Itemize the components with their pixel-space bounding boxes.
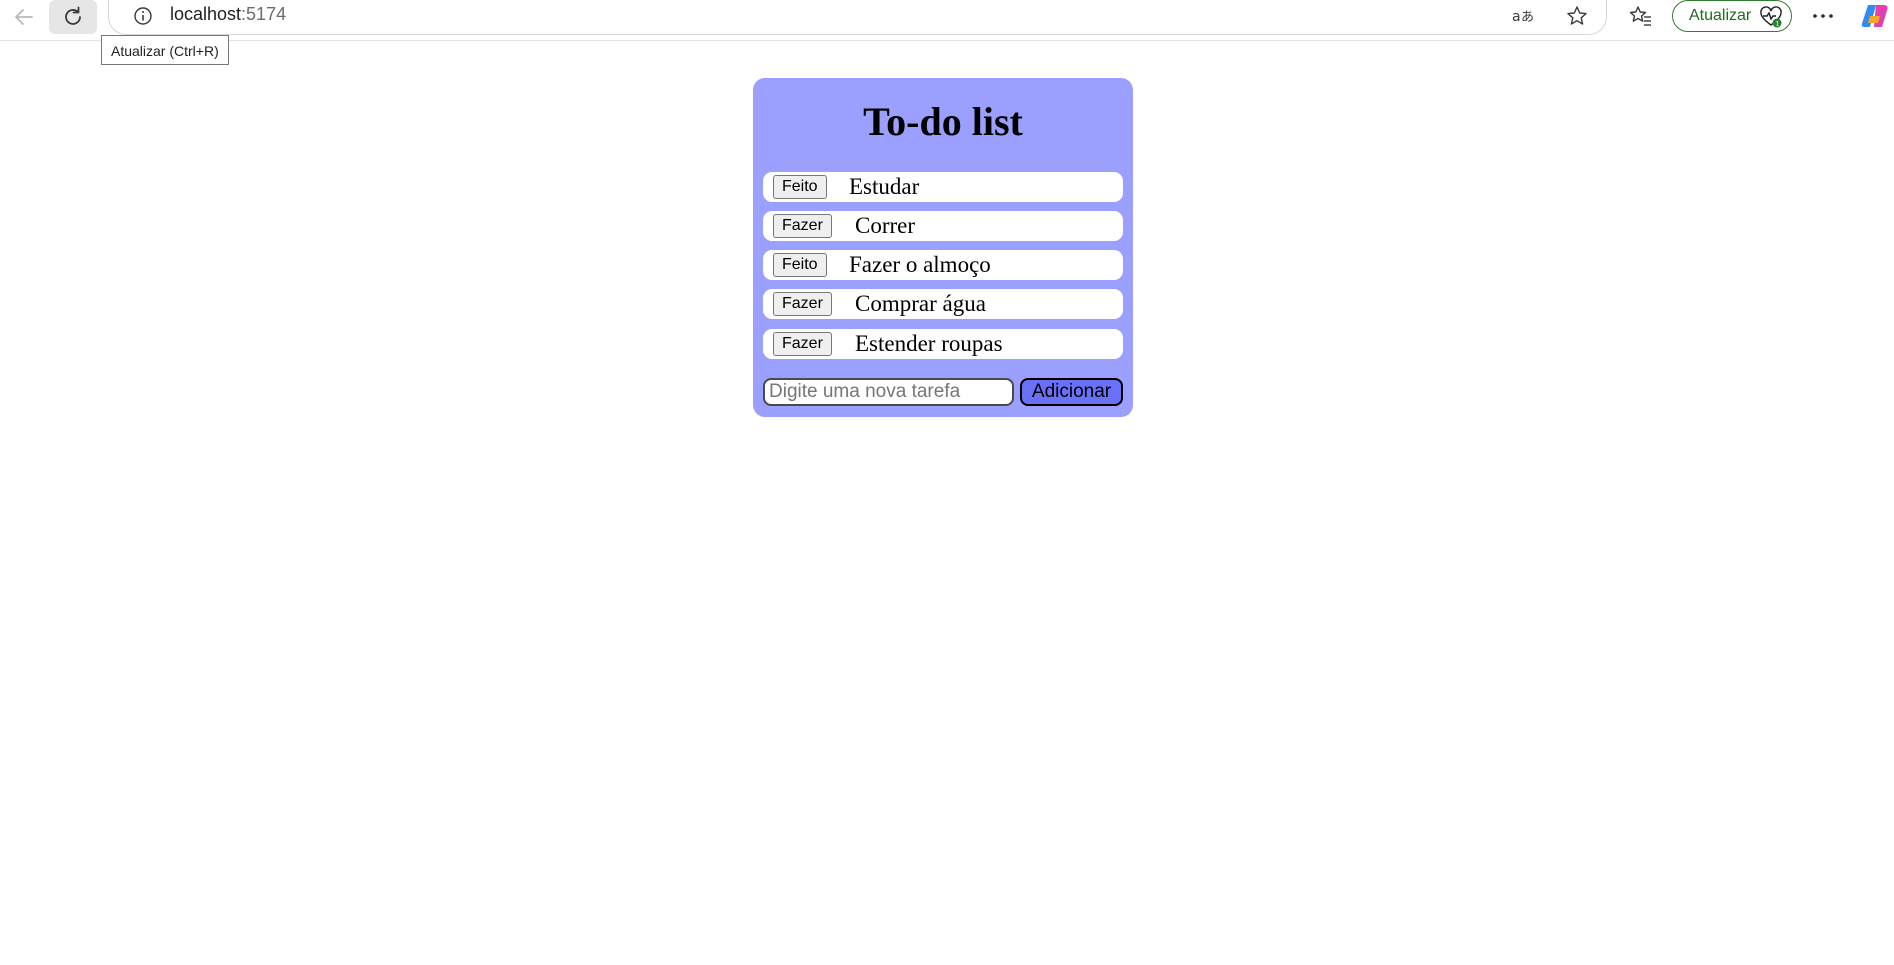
task-toggle-button[interactable]: Fazer: [773, 332, 832, 356]
task-text: Estender roupas: [855, 331, 1003, 356]
task-toggle-button[interactable]: Fazer: [773, 214, 832, 238]
svg-text:1: 1: [1775, 20, 1779, 28]
task-text: Estudar: [849, 174, 920, 199]
url-host: localhost: [170, 4, 242, 24]
more-icon: [1813, 14, 1833, 18]
list-item: Feito Fazer o almoço: [763, 250, 1123, 280]
translate-button[interactable]: a あ: [1509, 2, 1539, 30]
task-text: Correr: [855, 213, 916, 238]
arrow-left-icon: [15, 9, 33, 25]
site-info-button[interactable]: [129, 2, 157, 30]
task-toggle-button[interactable]: Feito: [773, 253, 827, 277]
task-text: Comprar água: [855, 291, 986, 316]
new-task-input[interactable]: [763, 378, 1014, 406]
star-icon: [1567, 6, 1587, 25]
heartbeat-icon: 1: [1760, 6, 1782, 28]
list-item: Fazer Estender roupas: [763, 329, 1123, 359]
favorites-button[interactable]: [1626, 2, 1656, 30]
task-toggle-button[interactable]: Fazer: [773, 292, 832, 316]
list-item: Fazer Comprar água: [763, 289, 1123, 319]
list-item: Fazer Correr: [763, 211, 1123, 241]
more-options-button[interactable]: [1808, 2, 1838, 30]
refresh-tooltip: Atualizar (Ctrl+R): [101, 35, 229, 65]
back-button[interactable]: [0, 0, 48, 34]
url-text[interactable]: localhost:5174: [170, 4, 286, 25]
svg-text:あ: あ: [1521, 10, 1534, 25]
svg-text:a: a: [1512, 9, 1521, 25]
update-browser-button[interactable]: Atualizar 1: [1672, 0, 1792, 32]
update-label: Atualizar: [1689, 7, 1752, 24]
list-item: Feito Estudar: [763, 172, 1123, 202]
url-port: :5174: [241, 4, 287, 24]
copilot-icon[interactable]: [1860, 1, 1890, 31]
favorite-button[interactable]: [1562, 2, 1592, 30]
info-icon: [134, 7, 152, 25]
browser-toolbar: localhost:5174 a あ Atualizar 1: [0, 0, 1894, 41]
favorites-icon: [1629, 6, 1651, 26]
todo-card: To-do list Feito Estudar Fazer Correr Fe…: [753, 78, 1133, 417]
address-bar[interactable]: localhost:5174 a あ: [108, 0, 1607, 35]
page-title: To-do list: [863, 99, 1023, 144]
task-toggle-button[interactable]: Feito: [773, 175, 827, 199]
refresh-button[interactable]: [49, 0, 97, 34]
task-text: Fazer o almoço: [849, 252, 991, 277]
translate-icon: a あ: [1512, 9, 1534, 25]
refresh-icon: [65, 6, 81, 25]
add-task-button[interactable]: Adicionar: [1020, 378, 1123, 406]
